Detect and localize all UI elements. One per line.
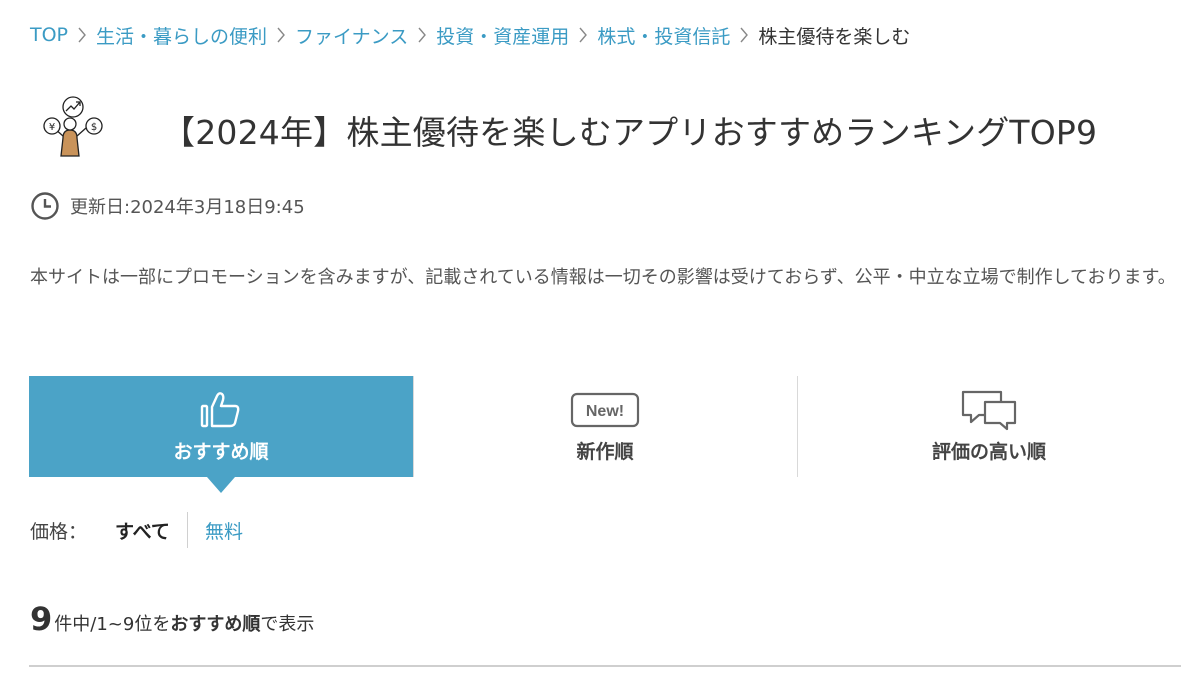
chevron-right-icon xyxy=(271,25,291,45)
svg-text:$: $ xyxy=(91,122,97,133)
breadcrumb: TOP 生活・暮らしの便利 ファイナンス 投資・資産運用 株式・投資信託 株主優… xyxy=(30,20,910,50)
result-suffix: で表示 xyxy=(260,614,315,635)
active-tab-pointer xyxy=(207,477,235,493)
tab-top-rated-label: 評価の高い順 xyxy=(931,441,1046,463)
breadcrumb-link-life[interactable]: 生活・暮らしの便利 xyxy=(96,22,267,49)
updated-date-text: 更新日:2024年3月18日9:45 xyxy=(70,197,305,218)
result-range-text: 件中/1~9位を xyxy=(54,614,171,635)
price-filter-label: 価格： xyxy=(30,520,88,543)
clock-icon xyxy=(31,192,59,220)
updated-date: 更新日:2024年3月18日9:45 xyxy=(30,191,305,221)
thumbs-up-icon xyxy=(199,389,243,431)
price-filter: 価格： すべて 無料 xyxy=(30,512,243,548)
result-sort-name: おすすめ順 xyxy=(170,614,261,635)
tab-newest-label: 新作順 xyxy=(576,441,634,463)
page-title: 【2024年】株主優待を楽しむアプリおすすめランキングTOP9 xyxy=(162,113,1098,152)
price-option-free[interactable]: 無料 xyxy=(205,517,243,544)
price-option-all[interactable]: すべて xyxy=(115,517,170,544)
breadcrumb-link-top[interactable]: TOP xyxy=(30,24,68,46)
new-badge-text: New! xyxy=(586,403,624,420)
tab-newest[interactable]: New! 新作順 xyxy=(413,376,797,477)
breadcrumb-current: 株主優待を楽しむ xyxy=(758,25,911,48)
breadcrumb-link-finance[interactable]: ファイナンス xyxy=(295,22,408,49)
breadcrumb-link-stocks[interactable]: 株式・投資信託 xyxy=(597,22,730,49)
sort-tabs: おすすめ順 New! 新作順 評価の高い順 xyxy=(29,376,1181,493)
new-badge-icon: New! xyxy=(570,389,640,431)
price-option-divider xyxy=(186,512,188,548)
breadcrumb-link-investment[interactable]: 投資・資産運用 xyxy=(436,22,569,49)
result-count: 9 件中/1~9位を おすすめ順 で表示 xyxy=(30,600,314,644)
chevron-right-icon xyxy=(573,25,593,45)
section-divider xyxy=(29,665,1181,667)
category-logo-icon: ¥ $ xyxy=(30,88,110,168)
promotion-disclaimer: 本サイトは一部にプロモーションを含みますが、記載されている情報は一切その影響は受… xyxy=(30,267,1176,288)
chat-bubbles-icon xyxy=(961,389,1017,431)
tab-recommended[interactable]: おすすめ順 xyxy=(29,376,413,493)
svg-text:¥: ¥ xyxy=(49,122,55,133)
chevron-right-icon xyxy=(412,25,432,45)
chevron-right-icon xyxy=(72,25,92,45)
tab-top-rated[interactable]: 評価の高い順 xyxy=(797,376,1181,477)
title-row: ¥ $ 【2024年】株主優待を楽しむアプリおすすめランキングTOP9 xyxy=(30,88,1190,168)
chevron-right-icon xyxy=(734,25,754,45)
result-total: 9 xyxy=(30,600,53,638)
tab-recommended-label: おすすめ順 xyxy=(173,441,269,463)
